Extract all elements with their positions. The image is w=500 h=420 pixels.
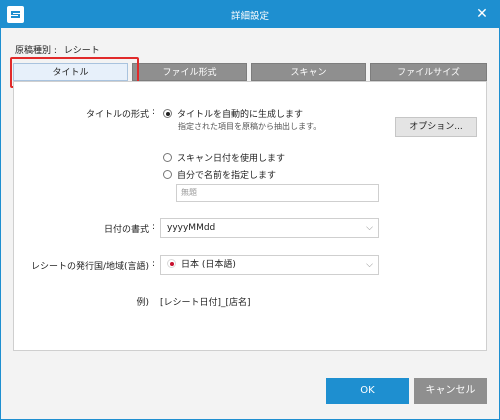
date-format-value: yyyyMMdd (167, 223, 216, 233)
radio-scan-date[interactable]: スキャン日付を使用します (163, 151, 285, 164)
title-format-colon: : (152, 107, 156, 117)
radio-button[interactable] (163, 153, 172, 162)
region-label: レシートの発行国/地域(言語) (30, 262, 149, 272)
radio-auto-title-label: タイトルを自動的に生成します (177, 110, 304, 120)
tab-file-format[interactable]: ファイル形式 (132, 63, 247, 81)
auto-title-hint: 指定された項目を原稿から抽出します。 (178, 122, 322, 131)
chevron-down-icon: ⌵ (366, 260, 373, 270)
advanced-settings-window: 詳細設定 ✕ 原稿種別 : レシート タイトル ファイル形式 スキャン ファイル… (0, 0, 500, 420)
title-format-label: タイトルの形式 (85, 110, 149, 120)
date-format-label: 日付の書式 (103, 225, 149, 235)
ok-button[interactable]: OK (326, 378, 409, 404)
japan-flag-icon (167, 259, 176, 268)
options-button[interactable]: オプション... (395, 117, 477, 137)
window-title: 詳細設定 (230, 11, 269, 22)
title-bar: 詳細設定 ✕ (1, 1, 499, 28)
radio-custom-name-label: 自分で名前を指定します (177, 171, 277, 181)
radio-auto-title[interactable]: タイトルを自動的に生成します (163, 107, 303, 120)
radio-button[interactable] (163, 170, 172, 179)
radio-custom-name[interactable]: 自分で名前を指定します (163, 168, 276, 181)
custom-name-input[interactable]: 無題 (176, 184, 379, 202)
region-select[interactable]: 日本 (日本語) ⌵ (160, 255, 379, 275)
region-value: 日本 (日本語) (181, 260, 236, 270)
close-icon[interactable]: ✕ (473, 5, 491, 23)
date-format-colon: : (152, 222, 156, 232)
chevron-down-icon: ⌵ (366, 223, 373, 233)
cancel-button[interactable]: キャンセル (414, 378, 487, 404)
document-type: 原稿種別 : レシート (15, 43, 104, 56)
example-value: [レシート日付]_[店名] (160, 298, 251, 308)
tab-file-size[interactable]: ファイルサイズ (370, 63, 487, 81)
example-label: 例) (136, 298, 149, 308)
radio-button-selected[interactable] (163, 109, 172, 118)
tab-scan[interactable]: スキャン (251, 63, 366, 81)
date-format-select[interactable]: yyyyMMdd ⌵ (160, 218, 379, 238)
document-type-value: レシート (63, 46, 100, 56)
radio-scan-date-label: スキャン日付を使用します (177, 154, 286, 164)
region-colon: : (152, 259, 156, 269)
document-type-label: 原稿種別 : (15, 46, 57, 56)
